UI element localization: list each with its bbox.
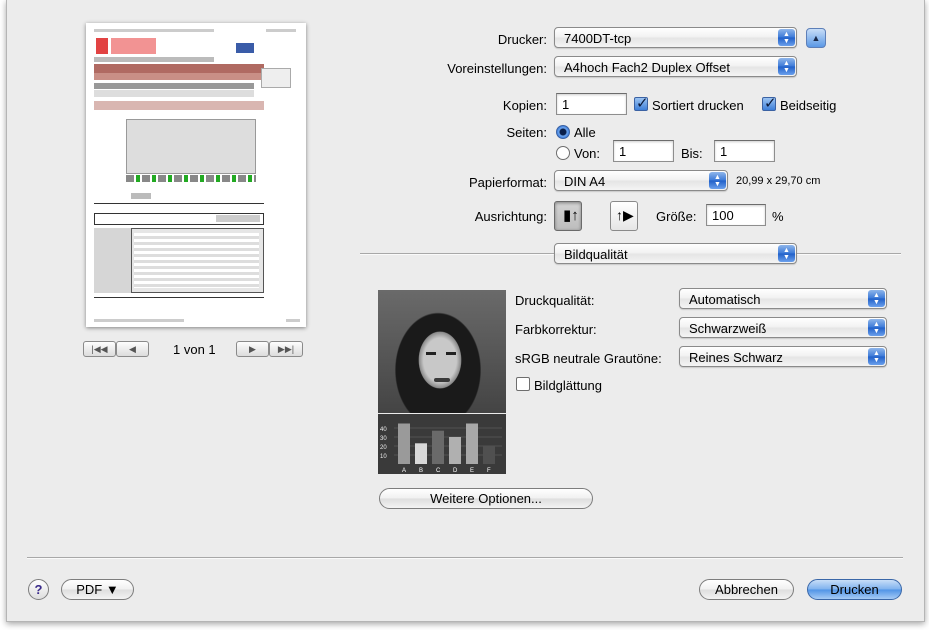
pages-from-label: Von: [574,146,601,161]
footer-separator [27,557,903,558]
image-smoothing-label: Bildglättung [534,378,602,393]
chart-bar [398,423,410,464]
sample-chart: 40 30 20 10 A B C D E F [378,414,506,474]
scale-label: Größe: [656,209,697,224]
presets-value: A4hoch Fach2 Duplex Offset [564,60,730,75]
paper-size-value: DIN A4 [564,174,606,189]
duplex-label: Beidseitig [780,98,837,113]
checkmark-icon: ✓ [636,95,649,112]
paper-size-label: Papierformat: [468,175,547,190]
collated-checkbox[interactable]: ✓ [634,95,649,112]
printer-value: 7400DT-tcp [564,31,632,46]
chart-bar [483,446,495,464]
print-button[interactable]: Drucken [807,579,902,600]
chart-bar [449,437,461,464]
disclosure-up-icon: ▲ [811,33,821,43]
pages-to-field[interactable]: 1 [714,140,775,162]
landscape-icon: ↑▶ [616,207,634,223]
section-popup[interactable]: Bildqualität ▲ ▼ [554,243,797,264]
popup-arrows-icon: ▲ ▼ [868,290,885,307]
chart-category-label: D [453,468,458,474]
more-options-button[interactable]: Weitere Optionen... [379,488,593,509]
pages-from-field[interactable]: 1 [613,140,674,162]
chart-tick-label: 40 [380,427,387,433]
checkmark-icon: ✓ [764,95,777,112]
print-quality-popup[interactable]: Automatisch ▲ ▼ [679,288,887,309]
duplex-checkbox[interactable]: ✓ [762,95,777,112]
popup-arrows-icon: ▲ ▼ [778,245,795,262]
color-correction-label: Farbkorrektur: [515,322,597,337]
popup-arrows-icon: ▲ ▼ [868,319,885,336]
print-quality-label: Druckqualität: [515,293,595,308]
pages-all-label: Alle [574,125,596,140]
srgb-gray-value: Reines Schwarz [689,350,783,365]
printer-popup[interactable]: 7400DT-tcp ▲ ▼ [554,27,797,48]
help-button[interactable]: ? [28,579,49,600]
page-preview [86,23,306,327]
page-counter: 1 von 1 [173,342,216,357]
orientation-label: Ausrichtung: [474,209,547,224]
chart-category-label: A [402,468,406,474]
paper-dimensions: 20,99 x 29,70 cm [736,175,821,187]
landscape-orientation-button[interactable]: ↑▶ [610,201,638,231]
sample-photo [378,290,506,413]
collated-label: Sortiert drucken [652,98,744,113]
printer-label: Drucker: [497,32,547,47]
chart-tick-label: 20 [380,445,387,451]
expand-dialog-button[interactable]: ▲ [806,28,826,48]
first-page-button[interactable]: |◀◀ [83,341,116,357]
pages-range-radio[interactable] [556,146,570,160]
pages-label: Seiten: [506,125,547,140]
pages-all-radio[interactable] [556,125,570,139]
copies-label: Kopien: [502,98,547,113]
srgb-gray-popup[interactable]: Reines Schwarz ▲ ▼ [679,346,887,367]
scale-unit: % [772,209,784,224]
chart-bar [466,423,478,464]
color-correction-popup[interactable]: Schwarzweiß ▲ ▼ [679,317,887,338]
last-page-button[interactable]: ▶▶| [269,341,303,357]
next-page-button[interactable]: ▶ [236,341,269,357]
portrait-orientation-button[interactable]: ▮↑ [554,201,582,231]
copies-field[interactable]: 1 [556,93,627,115]
scale-field[interactable]: 100 [706,204,766,226]
section-value: Bildqualität [564,247,628,262]
chart-category-label: C [436,468,441,474]
popup-arrows-icon: ▲ ▼ [868,348,885,365]
chart-tick-label: 10 [380,454,387,460]
image-smoothing-checkbox[interactable] [516,377,530,391]
paper-size-popup[interactable]: DIN A4 ▲ ▼ [554,170,728,191]
print-quality-value: Automatisch [689,292,761,307]
chart-bar [432,430,444,464]
chart-bar [415,443,427,464]
chart-category-label: F [487,468,491,474]
chart-category-label: B [419,468,423,474]
pages-to-label: Bis: [681,146,703,161]
presets-popup[interactable]: A4hoch Fach2 Duplex Offset ▲ ▼ [554,56,797,77]
srgb-gray-label: sRGB neutrale Grautöne: [515,351,662,366]
portrait-icon: ▮↑ [563,207,579,224]
popup-arrows-icon: ▲ ▼ [709,172,726,189]
popup-arrows-icon: ▲ ▼ [778,29,795,46]
previous-page-button[interactable]: ◀ [116,341,149,357]
pdf-menu-button[interactable]: PDF ▼ [61,579,134,600]
chart-category-label: E [470,468,474,474]
popup-arrows-icon: ▲ ▼ [778,58,795,75]
cancel-button[interactable]: Abbrechen [699,579,794,600]
presets-label: Voreinstellungen: [447,61,547,76]
chart-tick-label: 30 [380,436,387,442]
print-dialog-sheet: |◀◀ ◀ 1 von 1 ▶ ▶▶| Drucker: 7400DT-tcp … [6,0,925,622]
help-icon: ? [34,582,43,597]
color-correction-value: Schwarzweiß [689,321,767,336]
